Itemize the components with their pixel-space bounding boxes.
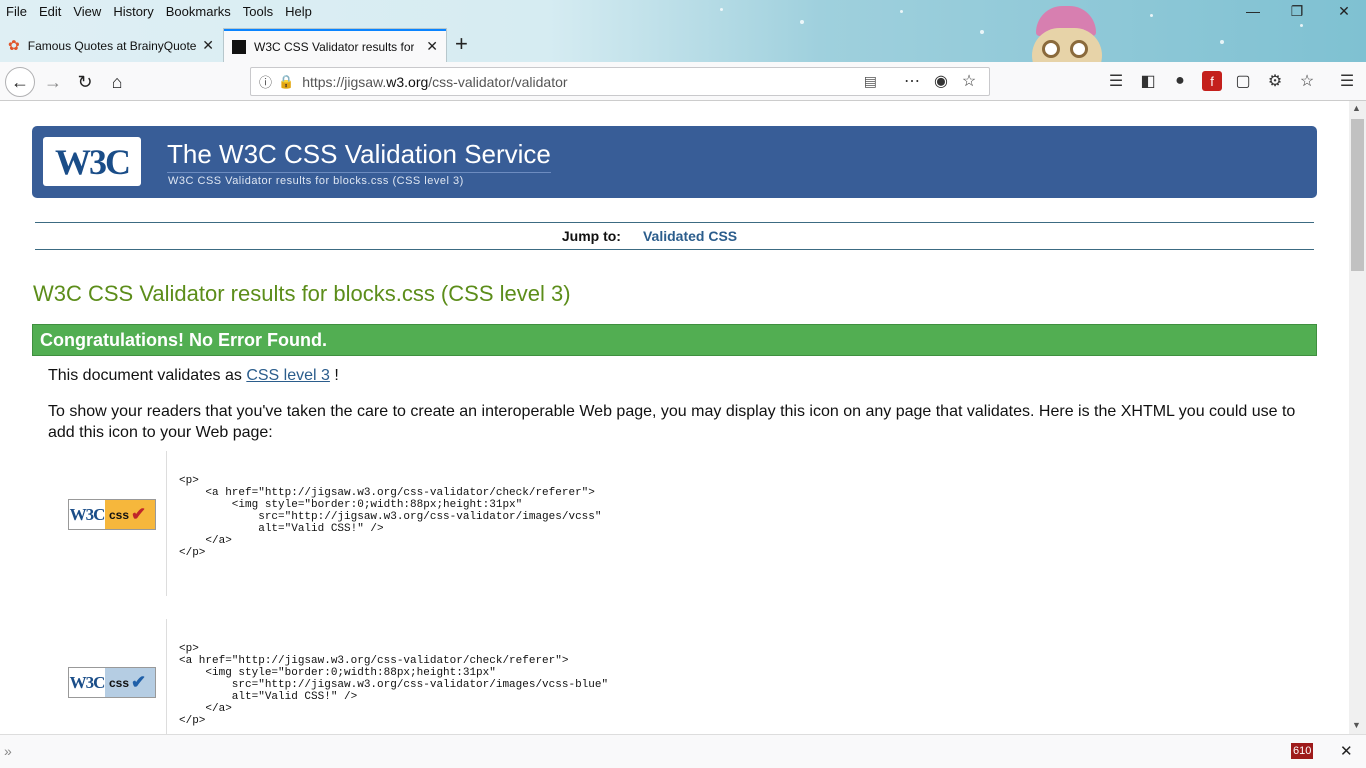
double-chevron-icon[interactable]: »	[4, 743, 12, 759]
library-icon[interactable]: ☰	[1106, 71, 1126, 91]
new-tab-button[interactable]: +	[455, 31, 468, 57]
menu-bookmarks[interactable]: Bookmarks	[160, 4, 237, 19]
valid-css-badge-gold[interactable]: W3C css ✔	[68, 499, 156, 530]
css-level-link[interactable]: CSS level 3	[246, 367, 330, 384]
jump-label: Jump to:	[561, 228, 621, 244]
settings-gear-icon[interactable]: ⚙	[1265, 71, 1285, 91]
menu-view[interactable]: View	[67, 4, 107, 19]
menu-history[interactable]: History	[107, 4, 159, 19]
back-arrow-icon[interactable]: ←	[5, 67, 35, 97]
info-icon[interactable]: ⓘ	[259, 72, 272, 91]
counter-badge[interactable]: 610	[1291, 743, 1314, 759]
w3c-banner: W3C The W3C CSS Validation Service W3C C…	[32, 126, 1317, 198]
home-icon[interactable]: ⌂	[102, 67, 132, 97]
scroll-down-arrow-icon[interactable]: ▼	[1352, 720, 1361, 730]
url-path: /css-validator/validator	[428, 73, 568, 90]
congrats-banner: Congratulations! No Error Found.	[32, 324, 1317, 356]
badge-code-snippet: <p> <a href="http://jigsaw.w3.org/css-va…	[179, 475, 602, 559]
lock-icon: 🔒	[278, 73, 295, 89]
tab-title: Famous Quotes at BrainyQuote	[27, 38, 197, 53]
close-tab-icon[interactable]: ✕	[202, 37, 214, 54]
readers-text: To show your readers that you've taken t…	[48, 403, 1296, 441]
checkmark-icon: ✔	[131, 504, 147, 524]
tab-title: W3C CSS Validator results for bl	[254, 39, 414, 54]
menu-file[interactable]: File	[0, 4, 33, 19]
page-content: W3C The W3C CSS Validation Service W3C C…	[0, 101, 1349, 734]
navigation-toolbar: ← → ↻ ⌂ ⓘ 🔒 https://jigsaw.w3.org/css-va…	[0, 62, 1366, 101]
vertical-scrollbar[interactable]: ▲ ▼	[1349, 101, 1366, 734]
screenshot-icon[interactable]: ▢	[1233, 71, 1253, 91]
sidebar-icon[interactable]: ◧	[1138, 71, 1158, 91]
bottom-bar: » 610 ✕	[0, 734, 1366, 768]
badge-code-divider	[166, 451, 167, 596]
flash-icon[interactable]: f	[1202, 71, 1222, 91]
pinwheel-icon: ✿	[8, 37, 20, 53]
url-host: w3.org	[386, 73, 429, 90]
menu-edit[interactable]: Edit	[33, 4, 67, 19]
validated-css-link[interactable]: Validated CSS	[643, 228, 737, 244]
scrollbar-thumb[interactable]	[1351, 119, 1364, 271]
scroll-up-arrow-icon[interactable]: ▲	[1352, 103, 1361, 113]
jump-bar: Jump to: Validated CSS	[35, 222, 1314, 250]
url-prefix: https://jigsaw.	[302, 73, 387, 90]
menu-bar: File Edit View History Bookmarks Tools H…	[0, 0, 318, 22]
close-tab-icon[interactable]: ✕	[426, 38, 438, 55]
validates-text: This document validates as CSS level 3 !	[48, 367, 339, 384]
results-heading: W3C CSS Validator results for blocks.css…	[33, 281, 571, 306]
page-actions-icon[interactable]: ⋯	[902, 71, 922, 91]
tab-strip: ✿ Famous Quotes at BrainyQuote ✕ W3C CSS…	[0, 29, 1366, 62]
reader-view-icon[interactable]: ▤	[864, 73, 877, 90]
star-extension-icon[interactable]: ☆	[1297, 71, 1317, 91]
forward-arrow-icon[interactable]: →	[38, 67, 68, 97]
close-bar-icon[interactable]: ✕	[1340, 742, 1353, 760]
badge-code-snippet: <p> <a href="http://jigsaw.w3.org/css-va…	[179, 643, 609, 727]
banner-title: The W3C CSS Validation Service	[167, 139, 551, 173]
badge-code-divider	[166, 619, 167, 734]
menu-help[interactable]: Help	[279, 4, 318, 19]
menu-tools[interactable]: Tools	[237, 4, 279, 19]
w3c-favicon-icon	[232, 39, 246, 54]
address-bar[interactable]: ⓘ 🔒 https://jigsaw.w3.org/css-validator/…	[250, 67, 990, 96]
w3c-logo[interactable]: W3C	[43, 137, 141, 186]
tab-brainyquote[interactable]: ✿ Famous Quotes at BrainyQuote ✕	[0, 29, 222, 62]
bookmark-star-icon[interactable]: ☆	[959, 71, 979, 91]
banner-subtitle: W3C CSS Validator results for blocks.css…	[168, 175, 464, 187]
hamburger-menu-icon[interactable]: ☰	[1337, 71, 1357, 91]
reload-icon[interactable]: ↻	[70, 67, 100, 97]
pocket-icon[interactable]: ◉	[931, 71, 951, 91]
maximize-button[interactable]: ❐	[1282, 2, 1312, 20]
extension-icon[interactable]: ●	[1170, 71, 1190, 91]
tab-w3c-validator[interactable]: W3C CSS Validator results for bl ✕	[224, 29, 446, 62]
valid-css-badge-blue[interactable]: W3C css ✔	[68, 667, 156, 698]
close-window-button[interactable]: ✕	[1329, 2, 1359, 20]
checkmark-icon: ✔	[131, 672, 147, 692]
minimize-button[interactable]: —	[1238, 2, 1268, 20]
browser-chrome: File Edit View History Bookmarks Tools H…	[0, 0, 1366, 101]
